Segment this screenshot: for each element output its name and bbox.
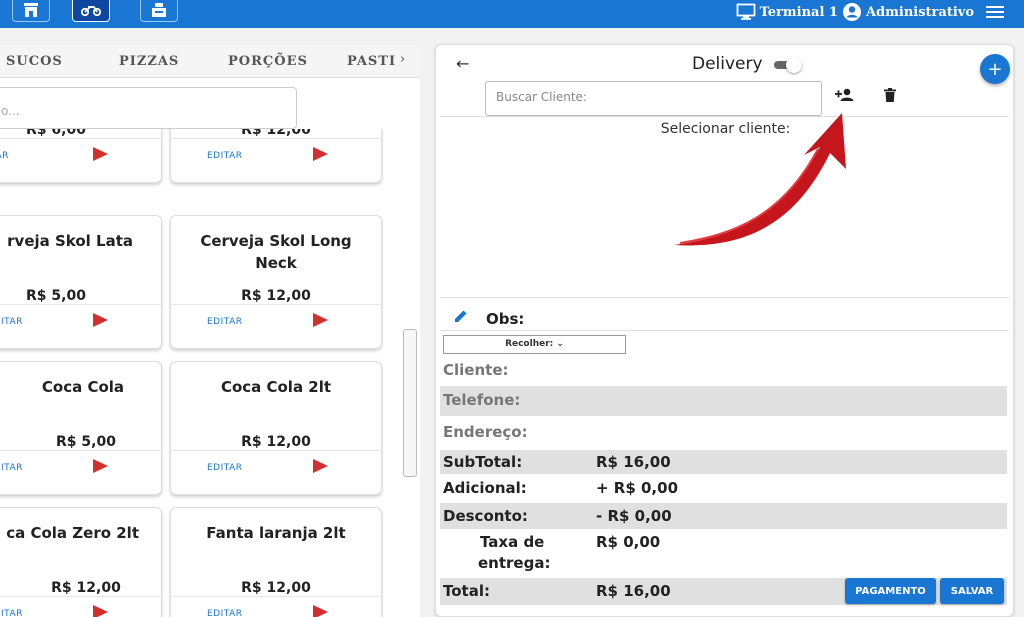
taxa-label-line1: Taxa de (480, 533, 545, 551)
person-add-icon (835, 88, 854, 101)
desconto-value: - R$ 0,00 (596, 507, 672, 525)
edit-button[interactable]: EDITAR (207, 317, 242, 327)
motorcycle-icon (81, 6, 101, 16)
trash-icon (884, 88, 896, 102)
send-icon[interactable] (313, 313, 328, 327)
send-icon[interactable] (93, 313, 108, 327)
send-icon[interactable] (93, 459, 108, 473)
obs-label: Obs: (486, 310, 525, 328)
address-row: Endereço: (440, 419, 1007, 447)
adicional-row: Adicional: + R$ 0,00 (440, 476, 1007, 500)
tab-porcoes[interactable]: PORÇÕES (228, 54, 308, 69)
monitor-icon (736, 3, 755, 20)
product-name: ca Cola Zero 2lt (6, 524, 139, 542)
product-price: R$ 12,00 (241, 288, 311, 304)
edit-button[interactable]: EDITAR (207, 463, 242, 473)
store-button[interactable] (12, 0, 50, 22)
product-name: Coca Cola 2lt (220, 378, 332, 396)
adicional-label: Adicional: (443, 479, 527, 497)
subtotal-value: R$ 16,00 (596, 453, 671, 471)
send-icon[interactable] (313, 459, 328, 473)
subtotal-label: SubTotal: (443, 453, 523, 471)
send-icon[interactable] (313, 605, 328, 617)
product-price: R$ 5,00 (26, 288, 86, 304)
product-card[interactable]: Coca Cola R$ 5,00 ITAR (0, 361, 162, 495)
edit-button[interactable]: ITAR (1, 463, 23, 473)
salvar-button[interactable]: SALVAR (940, 578, 1004, 604)
user-label[interactable]: Administrativo (866, 5, 974, 20)
product-card[interactable]: ca Cola Zero 2lt R$ 12,00 ITAR (0, 507, 162, 617)
edit-button[interactable]: ITAR (0, 151, 9, 161)
product-search-input[interactable]: o... (0, 87, 297, 129)
product-name: Fanta laranja 2lt (206, 524, 346, 542)
subtotal-row: SubTotal: R$ 16,00 (440, 450, 1007, 474)
cashier-icon (152, 3, 166, 17)
product-name: rveja Skol Lata (7, 232, 133, 250)
phone-row: Telefone: (440, 386, 1007, 416)
delivery-button[interactable] (72, 0, 110, 22)
tab-pizzas[interactable]: PIZZAS (119, 54, 179, 69)
product-name: Coca Cola (41, 378, 125, 396)
category-tabs: SUCOS PIZZAS PORÇÕES PASTI › (0, 45, 420, 78)
account-circle-icon[interactable] (842, 2, 862, 22)
tab-sucos[interactable]: SUCOS (6, 54, 63, 69)
send-icon[interactable] (93, 605, 108, 617)
product-price: R$ 12,00 (51, 580, 121, 596)
product-price: R$ 5,00 (56, 434, 116, 450)
product-card[interactable]: R$ 6,00 ITAR (0, 129, 162, 183)
store-icon (24, 3, 38, 17)
recolher-toggle[interactable]: Recolher: ⌄ (443, 335, 626, 354)
product-price: R$ 12,00 (241, 434, 311, 450)
edit-button[interactable]: EDITAR (207, 151, 242, 161)
product-price: R$ 12,00 (241, 129, 311, 138)
phone-label: Telefone: (443, 391, 521, 409)
tab-pasti[interactable]: PASTI (347, 54, 396, 69)
adicional-value: + R$ 0,00 (596, 479, 679, 497)
terminal-label: Terminal 1 (759, 4, 838, 20)
topbar-right: Terminal 1 Administrativo (736, 0, 1004, 24)
add-client-button[interactable] (833, 85, 857, 105)
scrollbar[interactable] (403, 329, 417, 477)
back-arrow-icon[interactable]: ← (456, 54, 469, 73)
delete-client-button[interactable] (878, 85, 902, 105)
product-card[interactable]: R$ 12,00 EDITAR (170, 129, 382, 183)
product-price: R$ 6,00 (26, 129, 86, 138)
desconto-label: Desconto: (443, 507, 528, 525)
delivery-label: Delivery (692, 54, 763, 74)
taxa-value: R$ 0,00 (596, 533, 661, 551)
pencil-icon[interactable] (454, 309, 468, 323)
taxa-label-line2: entrega: (478, 554, 551, 572)
product-name: Cerveja Skol Long Neck (200, 232, 352, 272)
product-grid: R$ 6,00 ITAR R$ 12,00 EDITAR rveja Skol … (0, 129, 400, 617)
product-card[interactable]: Cerveja Skol Long Neck R$ 12,00 EDITAR (170, 215, 382, 349)
desconto-row: Desconto: - R$ 0,00 (440, 503, 1007, 529)
edit-button[interactable]: EDITAR (207, 609, 242, 617)
product-price: R$ 12,00 (241, 580, 311, 596)
edit-button[interactable]: ITAR (1, 609, 23, 617)
total-label: Total: (443, 582, 490, 600)
client-label: Cliente: (443, 361, 509, 379)
add-button[interactable]: + (980, 54, 1010, 84)
order-panel: ← Delivery + Buscar Cliente: Selecionar … (435, 44, 1014, 617)
product-card[interactable]: Fanta laranja 2lt R$ 12,00 EDITAR (170, 507, 382, 617)
tabs-next-icon[interactable]: › (400, 52, 405, 67)
delivery-toggle-knob[interactable] (786, 57, 802, 73)
annotation-arrow (674, 113, 846, 246)
send-icon[interactable] (313, 147, 328, 161)
product-card[interactable]: Coca Cola 2lt R$ 12,00 EDITAR (170, 361, 382, 495)
cashier-button[interactable] (140, 0, 178, 22)
send-icon[interactable] (93, 147, 108, 161)
product-card[interactable]: rveja Skol Lata R$ 5,00 ITAR (0, 215, 162, 349)
menu-icon[interactable] (986, 5, 1004, 19)
total-value: R$ 16,00 (596, 582, 671, 600)
edit-button[interactable]: ITAR (1, 317, 23, 327)
pagamento-button[interactable]: PAGAMENTO (845, 578, 936, 604)
top-bar: Terminal 1 Administrativo (0, 0, 1024, 28)
client-row: Cliente: (440, 359, 1007, 383)
products-panel: SUCOS PIZZAS PORÇÕES PASTI › o... R$ 6,0… (0, 45, 420, 617)
taxa-row: Taxa de entrega: R$ 0,00 (440, 531, 1007, 575)
address-label: Endereço: (443, 423, 528, 441)
